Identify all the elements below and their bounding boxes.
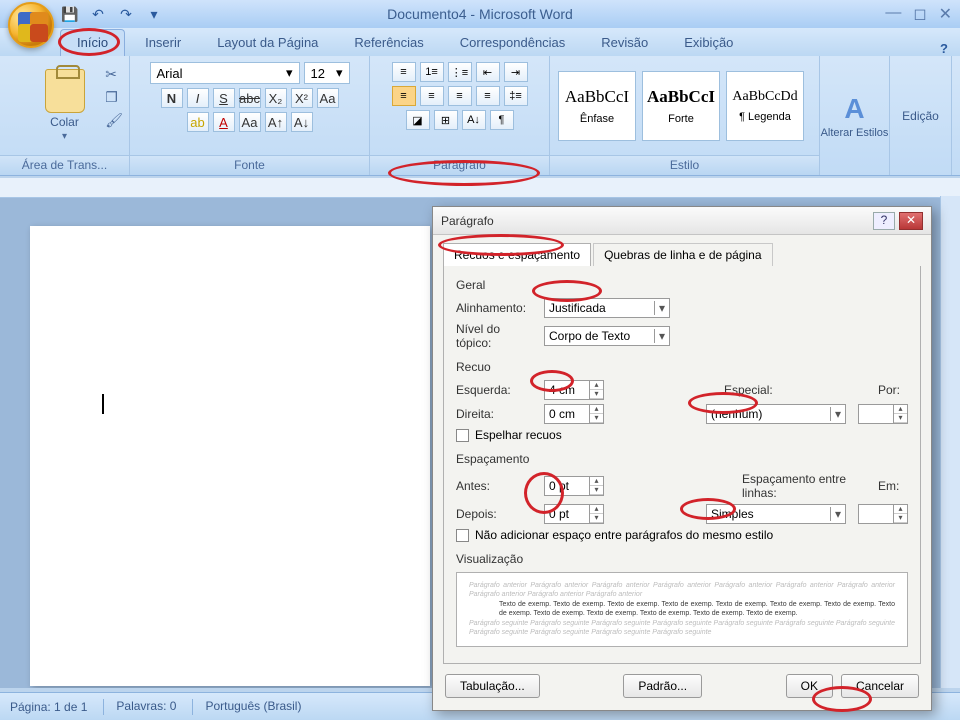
section-general: Geral (456, 278, 908, 292)
superscript-button[interactable]: X² (291, 88, 313, 108)
multilevel-button[interactable]: ⋮≡ (448, 62, 472, 82)
dialog-tab-indent[interactable]: Recuos e espaçamento (443, 243, 591, 266)
office-orb[interactable] (8, 2, 54, 48)
style-enfase[interactable]: AaBbCcI Ênfase (558, 71, 636, 141)
paragraph-dialog: Parágrafo ? ✕ Recuos e espaçamento Quebr… (432, 206, 932, 711)
indent-right-spinner[interactable]: 0 cm▴▾ (544, 404, 604, 424)
undo-icon[interactable]: ↶ (88, 4, 108, 24)
text-cursor (102, 394, 104, 414)
document-page[interactable] (30, 226, 430, 686)
indent-left-spinner[interactable]: 4 cm▴▾ (544, 380, 604, 400)
section-indent: Recuo (456, 360, 908, 374)
cut-icon[interactable]: ✂ (105, 66, 123, 83)
tab-exibicao[interactable]: Exibição (668, 30, 749, 56)
align-justify-button[interactable]: ≡ (476, 86, 500, 106)
highlight-button[interactable]: ab (187, 112, 209, 132)
sort-button[interactable]: A↓ (462, 110, 486, 130)
redo-icon[interactable]: ↷ (116, 4, 136, 24)
section-spacing: Espaçamento (456, 452, 908, 466)
paste-icon[interactable] (45, 69, 85, 113)
titlebar: 💾 ↶ ↷ ▾ Documento4 - Microsoft Word — ◻ … (0, 0, 960, 28)
style-forte[interactable]: AaBbCcI Forte (642, 71, 720, 141)
grow-font-button[interactable]: A↑ (265, 112, 287, 132)
close-button[interactable]: ✕ (939, 4, 952, 24)
tab-referencias[interactable]: Referências (338, 30, 439, 56)
borders-button[interactable]: ⊞ (434, 110, 458, 130)
tab-inicio[interactable]: Início (60, 29, 125, 56)
group-styles-label: Estilo (550, 155, 819, 175)
underline-button[interactable]: S (213, 88, 235, 108)
line-spacing-select[interactable]: Simples▾ (706, 504, 846, 524)
qat-dropdown-icon[interactable]: ▾ (144, 4, 164, 24)
align-left-button[interactable]: ≡ (392, 86, 416, 106)
section-preview: Visualização (456, 552, 908, 566)
group-paragraph-label: Parágrafo (370, 155, 549, 175)
bullets-button[interactable]: ≡ (392, 62, 416, 82)
subscript-button[interactable]: X₂ (265, 88, 287, 108)
special-indent-select[interactable]: (nenhum)▾ (706, 404, 846, 424)
indent-dec-button[interactable]: ⇤ (476, 62, 500, 82)
strike-button[interactable]: abc (239, 88, 261, 108)
restore-button[interactable]: ◻ (913, 4, 926, 24)
font-size-combo[interactable]: 12▾ (304, 62, 350, 84)
window-title: Documento4 - Microsoft Word (387, 6, 573, 22)
default-button[interactable]: Padrão... (623, 674, 702, 698)
outline-level-select[interactable]: Corpo de Texto▾ (544, 326, 670, 346)
tab-correspondencias[interactable]: Correspondências (444, 30, 582, 56)
help-icon[interactable]: ? (940, 41, 948, 56)
ribbon-tabs: Início Inserir Layout da Página Referênc… (0, 28, 960, 56)
cancel-button[interactable]: Cancelar (841, 674, 919, 698)
shrink-font-button[interactable]: A↓ (291, 112, 313, 132)
dialog-tab-breaks[interactable]: Quebras de linha e de página (593, 243, 772, 266)
editing-group[interactable]: Edição (890, 56, 952, 175)
status-words[interactable]: Palavras: 0 (103, 699, 176, 715)
status-page[interactable]: Página: 1 de 1 (10, 700, 87, 714)
indent-inc-button[interactable]: ⇥ (504, 62, 528, 82)
no-space-same-style-checkbox[interactable] (456, 529, 469, 542)
tab-layout[interactable]: Layout da Página (201, 30, 334, 56)
bold-button[interactable]: N (161, 88, 183, 108)
tab-inserir[interactable]: Inserir (129, 30, 197, 56)
minimize-button[interactable]: — (885, 4, 901, 24)
space-before-spinner[interactable]: 0 pt▴▾ (544, 476, 604, 496)
font-name-combo[interactable]: Arial▾ (150, 62, 300, 84)
clear-format-button[interactable]: Aa (317, 88, 339, 108)
align-right-button[interactable]: ≡ (448, 86, 472, 106)
alignment-select[interactable]: Justificada▾ (544, 298, 670, 318)
group-clipboard-label: Área de Trans... (0, 155, 129, 175)
change-case-button[interactable]: Aa (239, 112, 261, 132)
ribbon: Colar ▾ ✂ ❐ 🖌 Área de Trans... Arial▾ 12… (0, 56, 960, 176)
tabs-button[interactable]: Tabulação... (445, 674, 540, 698)
style-legenda[interactable]: AaBbCcDd ¶ Legenda (726, 71, 804, 141)
numbering-button[interactable]: 1≡ (420, 62, 444, 82)
indent-by-spinner[interactable]: ▴▾ (858, 404, 908, 424)
preview-pane: Parágrafo anterior Parágrafo anterior Pa… (456, 572, 908, 647)
vertical-scrollbar[interactable] (940, 196, 960, 688)
tab-revisao[interactable]: Revisão (585, 30, 664, 56)
space-after-spinner[interactable]: 0 pt▴▾ (544, 504, 604, 524)
line-at-spinner[interactable]: ▴▾ (858, 504, 908, 524)
save-icon[interactable]: 💾 (60, 4, 80, 24)
show-marks-button[interactable]: ¶ (490, 110, 514, 130)
align-center-button[interactable]: ≡ (420, 86, 444, 106)
dialog-help-button[interactable]: ? (873, 212, 895, 230)
line-spacing-button[interactable]: ‡≡ (504, 86, 528, 106)
mirror-indents-checkbox[interactable] (456, 429, 469, 442)
format-painter-icon[interactable]: 🖌 (105, 112, 123, 129)
dialog-title: Parágrafo (441, 214, 873, 228)
ok-button[interactable]: OK (786, 674, 833, 698)
shading-button[interactable]: ◪ (406, 110, 430, 130)
font-color-button[interactable]: A (213, 112, 235, 132)
horizontal-ruler[interactable] (0, 178, 960, 198)
italic-button[interactable]: I (187, 88, 209, 108)
change-styles-button[interactable]: A Alterar Estilos (820, 56, 890, 175)
status-language[interactable]: Português (Brasil) (192, 699, 301, 715)
dialog-close-button[interactable]: ✕ (899, 212, 923, 230)
paste-label: Colar (50, 115, 79, 129)
copy-icon[interactable]: ❐ (105, 89, 123, 106)
group-font-label: Fonte (130, 155, 369, 175)
quick-access-toolbar: 💾 ↶ ↷ ▾ (60, 4, 164, 24)
